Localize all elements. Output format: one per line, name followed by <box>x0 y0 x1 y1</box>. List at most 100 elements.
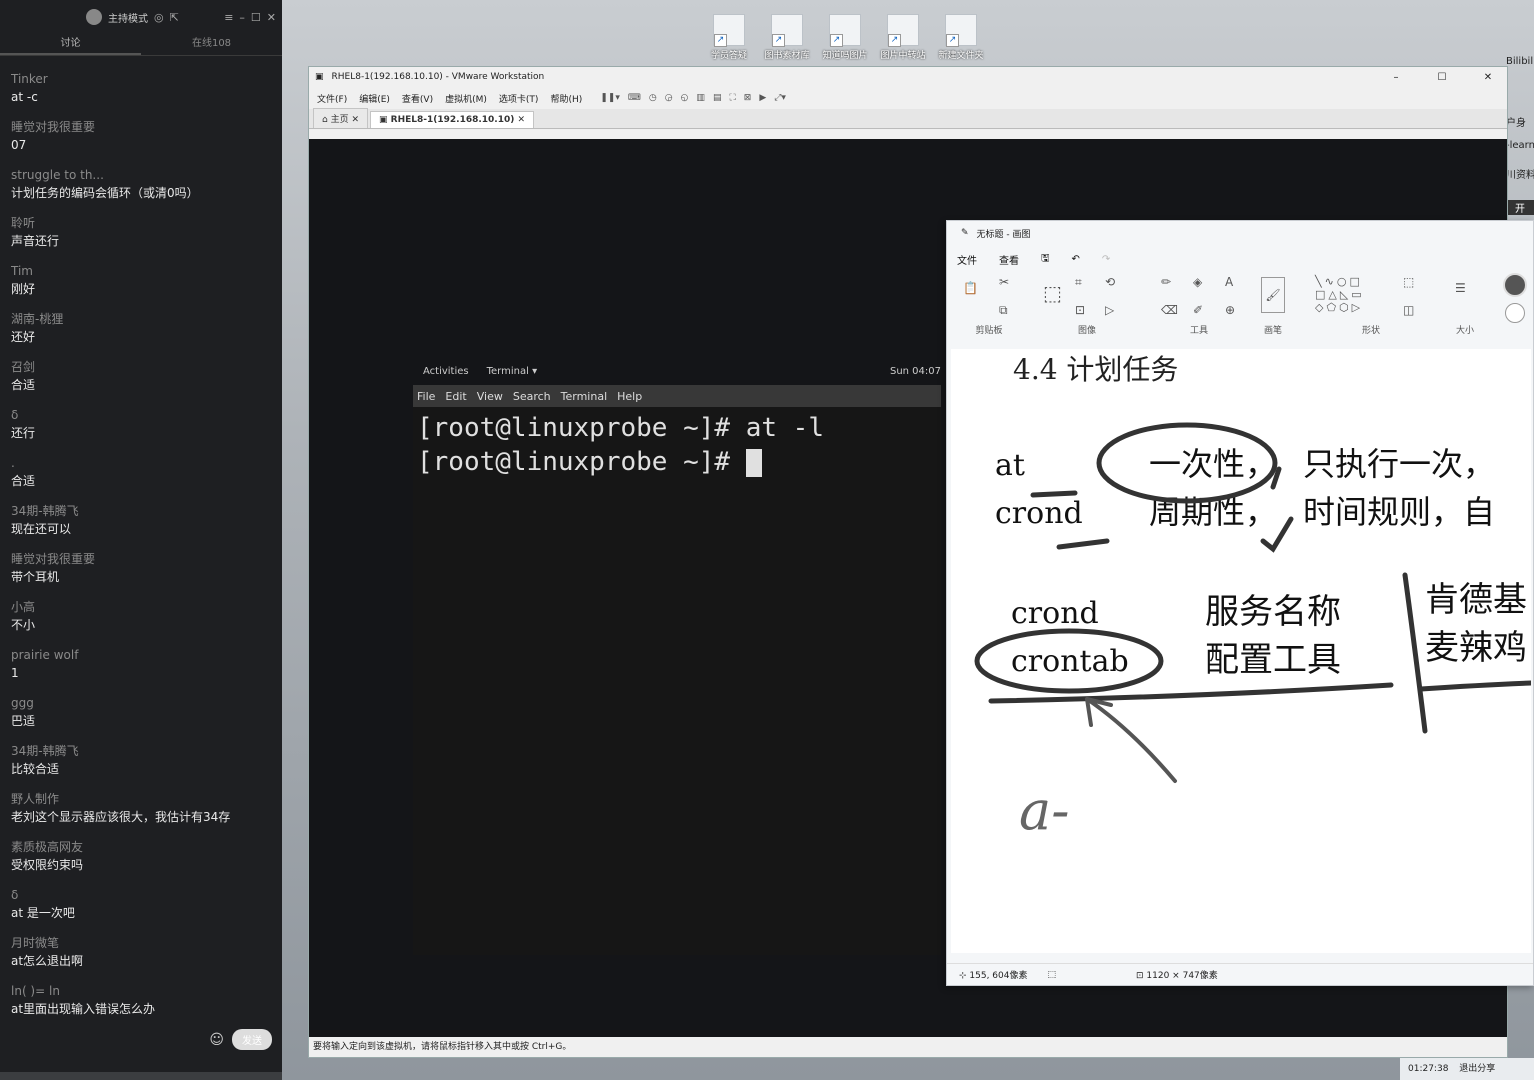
paint-menu-file[interactable]: 文件 <box>957 252 977 267</box>
terminal-menu-terminal[interactable]: Terminal <box>561 390 608 403</box>
unity-icon[interactable]: ⊠ <box>744 93 752 103</box>
pause-icon[interactable]: ❚❚▾ <box>600 93 620 103</box>
menu-vm[interactable]: 虚拟机(M) <box>445 92 487 105</box>
cut-icon[interactable]: ✂ <box>999 275 1009 289</box>
menu-tabs[interactable]: 选项卡(T) <box>499 92 539 105</box>
chat-message-user[interactable]: 34期-韩腾飞 <box>11 742 271 760</box>
terminal-menu-view[interactable]: View <box>477 390 503 403</box>
manage-snapshot-icon[interactable]: ◵ <box>681 93 689 103</box>
redo-icon[interactable]: ↷ <box>1102 254 1110 265</box>
chat-message-user[interactable]: 小高 <box>11 598 271 616</box>
avatar[interactable] <box>86 9 102 25</box>
thumbnail-icon[interactable]: ▤ <box>713 93 722 103</box>
eraser-icon[interactable]: ⌫ <box>1161 303 1178 317</box>
menu-view[interactable]: 查看(V) <box>402 92 433 105</box>
chat-message-user[interactable]: 聆听 <box>11 214 271 232</box>
text-icon[interactable]: A <box>1225 275 1233 289</box>
chat-message-user[interactable]: 34期-韩腾飞 <box>11 502 271 520</box>
stretch-icon[interactable]: ⤢▾ <box>774 93 786 103</box>
paint-menu-view[interactable]: 查看 <box>999 252 1019 267</box>
resize-icon[interactable]: ⊡ <box>1075 303 1085 317</box>
shape-fill-icon[interactable]: ◫ <box>1403 303 1414 317</box>
desktop-icon-1[interactable]: 学员答疑 <box>700 14 758 66</box>
tab-discussion[interactable]: 讨论 <box>0 34 141 55</box>
color2-icon[interactable] <box>1505 303 1525 323</box>
terminal-menu-search[interactable]: Search <box>513 390 551 403</box>
magnifier-icon[interactable]: ⊕ <box>1225 303 1235 317</box>
tab-home[interactable]: ⌂ 主页 ✕ <box>313 108 368 128</box>
chat-message-user[interactable]: 睡觉对我很重要 <box>11 118 271 136</box>
settings-icon[interactable]: ◎ <box>154 11 164 24</box>
size-icon[interactable]: ☰ <box>1455 281 1466 295</box>
chat-message-user[interactable]: 湖南-桃狸 <box>11 310 271 328</box>
close-icon[interactable]: ✕ <box>267 11 276 24</box>
crop-icon[interactable]: ⌗ <box>1075 275 1082 290</box>
chat-message-user[interactable]: 睡觉对我很重要 <box>11 550 271 568</box>
send-keys-icon[interactable]: ⌨ <box>628 93 641 103</box>
chat-message-user[interactable]: struggle to th... <box>11 166 271 184</box>
desktop-icon-5[interactable]: 新建文件夹 <box>932 14 990 66</box>
menu-help[interactable]: 帮助(H) <box>550 92 582 105</box>
gnome-clock[interactable]: Sun 04:07 <box>890 366 941 377</box>
desktop-icon-4[interactable]: 图片中转站 <box>874 14 932 66</box>
edge-text-5[interactable]: 开 <box>1506 200 1534 215</box>
paste-icon[interactable]: 📋 <box>963 281 978 295</box>
fullscreen-icon[interactable]: ⛶ <box>729 93 735 103</box>
color-picker-icon[interactable]: ✐ <box>1193 303 1203 317</box>
menu-file[interactable]: 文件(F) <box>317 92 347 105</box>
paint-canvas[interactable]: 4.4 计划任务 at 一次性， 只执行一次， crond 周期性， 时间规则，… <box>951 349 1531 953</box>
send-button[interactable]: 发送 <box>232 1029 272 1050</box>
menu-icon[interactable]: ≡ <box>224 11 233 24</box>
popout-icon[interactable]: ⇱ <box>170 11 179 24</box>
chat-message-user[interactable]: δ <box>11 886 271 904</box>
chat-message-user[interactable]: ggg <box>11 694 271 712</box>
terminal-menu-file[interactable]: File <box>417 390 435 403</box>
canvas-size: ⊡ 1120 × 747像素 <box>1136 971 1218 981</box>
minimize-icon[interactable]: – <box>1377 72 1415 83</box>
chat-message-user[interactable]: . <box>11 454 271 472</box>
rotate-icon[interactable]: ⟲ <box>1105 275 1115 289</box>
terminal-app-menu[interactable]: Terminal ▾ <box>487 366 537 377</box>
chat-message-user[interactable]: Tinker <box>11 70 271 88</box>
color1-icon[interactable] <box>1503 273 1527 297</box>
menu-edit[interactable]: 编辑(E) <box>359 92 390 105</box>
maximize-icon[interactable]: ☐ <box>1423 72 1461 83</box>
close-icon[interactable]: ✕ <box>1469 72 1507 83</box>
pencil-icon[interactable]: ✏ <box>1161 275 1171 289</box>
terminal-menu-help[interactable]: Help <box>617 390 642 403</box>
desktop-icon-2[interactable]: 图书素材库 <box>758 14 816 66</box>
chat-message-user[interactable]: 月时微笔 <box>11 934 271 952</box>
chat-message-user[interactable]: 召剑 <box>11 358 271 376</box>
desktop-icon-3[interactable]: 知道吗图片 <box>816 14 874 66</box>
copy-icon[interactable]: ⧉ <box>999 303 1008 318</box>
tab-online[interactable]: 在线108 <box>141 34 282 55</box>
terminal-body[interactable]: [root@linuxprobe ~]# at -l [root@linuxpr… <box>413 407 941 955</box>
chat-message-user[interactable]: 野人制作 <box>11 790 271 808</box>
maximize-icon[interactable]: ☐ <box>251 11 261 24</box>
brush-icon[interactable]: 🖌 <box>1261 277 1285 313</box>
minimize-icon[interactable]: – <box>239 11 245 24</box>
shapes-icon[interactable]: ╲∿○□ □△◺▭ ◇⬠⬡▷ <box>1315 275 1365 314</box>
chat-message-user[interactable]: 素质极高网友 <box>11 838 271 856</box>
outline-icon[interactable]: ⬚ <box>1403 275 1414 289</box>
chat-message-user[interactable]: ln( )= ln <box>11 982 271 1000</box>
snapshot-icon[interactable]: ◷ <box>649 93 657 103</box>
emoji-icon[interactable]: ☺ <box>209 1032 224 1048</box>
select-icon[interactable]: ⬚ <box>1043 281 1062 305</box>
chat-message-user[interactable]: δ <box>11 406 271 424</box>
chat-message-user[interactable]: prairie wolf <box>11 646 271 664</box>
fill-icon[interactable]: ◈ <box>1193 275 1202 289</box>
chat-message-user[interactable]: Tim <box>11 262 271 280</box>
undo-icon[interactable]: ↶ <box>1072 254 1080 265</box>
console-icon[interactable]: ▶ <box>759 93 766 103</box>
revert-snapshot-icon[interactable]: ◶ <box>665 93 673 103</box>
activities-button[interactable]: Activities <box>423 366 469 377</box>
sidebar-icon[interactable]: ▥ <box>696 93 705 103</box>
message-list: Tinker at -c 睡觉对我很重要 07 struggle to th... 计划任… <box>0 70 282 1030</box>
flip-icon[interactable]: ▷ <box>1105 303 1114 317</box>
tab-vm[interactable]: ▣ RHEL8-1(192.168.10.10) ✕ <box>370 111 535 128</box>
terminal-menu-edit[interactable]: Edit <box>445 390 466 403</box>
save-icon[interactable]: 🖫 <box>1041 251 1050 268</box>
terminal-window[interactable]: File Edit View Search Terminal Help [roo… <box>413 385 941 955</box>
stop-share-button[interactable]: 退出分享 <box>1459 1064 1495 1074</box>
